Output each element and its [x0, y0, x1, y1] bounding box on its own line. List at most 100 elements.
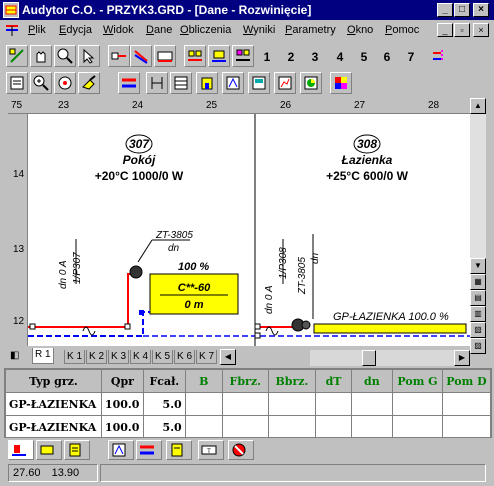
results-icon[interactable]: [274, 72, 296, 94]
fitting-icon[interactable]: [208, 45, 230, 67]
menu-dane[interactable]: Dane: [146, 24, 172, 36]
view-mode-icon[interactable]: ▤: [470, 290, 486, 306]
mdi-minimize-button[interactable]: _: [437, 23, 453, 37]
table-cell[interactable]: 5.0: [142, 392, 186, 416]
view-mode-icon[interactable]: ▨: [470, 338, 486, 354]
sheet-tab[interactable]: K 2: [86, 350, 108, 364]
erase-icon[interactable]: [78, 72, 100, 94]
select-arrow-icon[interactable]: [78, 45, 100, 67]
column-header[interactable]: Typ grz.: [5, 369, 102, 393]
sheet-tab[interactable]: K 7: [196, 350, 218, 364]
view-mode-icon[interactable]: ▥: [470, 306, 486, 322]
menu-edycja[interactable]: Edycja: [59, 24, 92, 36]
table-cell[interactable]: [350, 392, 394, 416]
return-pipe[interactable]: [28, 311, 150, 337]
branch-icon[interactable]: [130, 45, 152, 67]
level-view-icon[interactable]: [222, 72, 244, 94]
menu-okno[interactable]: Okno: [347, 24, 373, 36]
column-header[interactable]: Qpr: [100, 369, 144, 393]
table-icon[interactable]: [170, 72, 192, 94]
scroll-right-icon[interactable]: ▶: [454, 350, 470, 366]
thermostatic-valve-icon[interactable]: [129, 265, 143, 279]
sheet-icon[interactable]: [248, 72, 270, 94]
table-cell[interactable]: 100.0: [100, 415, 144, 437]
table-cell[interactable]: [392, 392, 443, 416]
table-cell[interactable]: [392, 415, 443, 437]
pipe-node[interactable]: [254, 323, 261, 330]
minimize-button[interactable]: _: [437, 3, 453, 17]
menu-widok[interactable]: Widok: [103, 24, 134, 36]
pipe-node[interactable]: [254, 332, 261, 339]
table-cell[interactable]: GP-ŁAZIENKA: [5, 415, 102, 437]
close-button[interactable]: ×: [473, 3, 489, 17]
menu-parametry[interactable]: Parametry: [285, 24, 336, 36]
insulation-icon[interactable]: [146, 72, 168, 94]
table-cell[interactable]: [441, 415, 491, 437]
level-4-button[interactable]: 4: [331, 47, 349, 67]
table-row[interactable]: GP-ŁAZIENKA 100.0 5.0: [5, 392, 491, 416]
scroll-down-icon[interactable]: ▼: [470, 258, 486, 274]
tab-icon-text[interactable]: T: [198, 440, 224, 460]
tab-icon-stop[interactable]: [228, 440, 254, 460]
scroll-thumb[interactable]: [362, 350, 376, 366]
tab-icon-level[interactable]: [108, 440, 134, 460]
sheet-tab[interactable]: K 5: [152, 350, 174, 364]
drawing-canvas[interactable]: 307 Pokój +20°C 1000/0 W 308 Łazienka +2…: [28, 114, 470, 346]
tab-icon-list[interactable]: [64, 440, 90, 460]
floor-heater[interactable]: [313, 323, 467, 334]
scroll-left-icon[interactable]: ◀: [220, 349, 236, 365]
table-cell[interactable]: [221, 415, 269, 437]
table-cell[interactable]: 100.0: [100, 392, 144, 416]
table-cell[interactable]: 5.0: [142, 415, 186, 437]
edit-data-icon[interactable]: [6, 72, 28, 94]
doc-icon[interactable]: [4, 23, 20, 40]
column-header[interactable]: Pom G: [392, 369, 443, 393]
split-icon[interactable]: [426, 45, 448, 67]
table-cell[interactable]: [267, 415, 317, 437]
table-row[interactable]: GP-ŁAZIENKA 100.0 5.0: [5, 415, 491, 437]
mdi-restore-button[interactable]: ▫: [454, 23, 470, 37]
maximize-button[interactable]: □: [454, 3, 470, 17]
tab-icon-pipes[interactable]: [136, 440, 162, 460]
sheet-tab[interactable]: K 6: [174, 350, 196, 364]
building-icon[interactable]: [196, 72, 218, 94]
column-header[interactable]: Pom D: [441, 369, 491, 393]
level-5-button[interactable]: 5: [355, 47, 373, 67]
level-3-button[interactable]: 3: [306, 47, 324, 67]
mdi-close-button[interactable]: ×: [473, 23, 489, 37]
sheet-tab[interactable]: R 1: [32, 348, 54, 364]
connect-icon[interactable]: [108, 45, 130, 67]
column-header[interactable]: Fcał.: [142, 369, 186, 393]
column-header[interactable]: Bbrz.: [267, 369, 317, 393]
table-cell[interactable]: [184, 392, 223, 416]
app-icon[interactable]: [3, 2, 19, 18]
sheet-tab[interactable]: K 4: [130, 350, 152, 364]
level-2-button[interactable]: 2: [282, 47, 300, 67]
level-1-button[interactable]: 1: [258, 47, 276, 67]
return-valve-icon[interactable]: [139, 310, 144, 315]
table-cell[interactable]: [315, 392, 352, 416]
sheet-nav-icon[interactable]: ◧: [10, 350, 19, 361]
view-mode-icon[interactable]: ▦: [470, 274, 486, 290]
table-cell[interactable]: GP-ŁAZIENKA: [5, 392, 102, 416]
menu-plik[interactable]: Plik: [28, 24, 46, 36]
table-cell[interactable]: [267, 392, 317, 416]
vertical-scrollbar[interactable]: ▲ ▼ ▦ ▤ ▥ ▧ ▨: [470, 98, 486, 368]
table-cell[interactable]: [315, 415, 352, 437]
level-6-button[interactable]: 6: [378, 47, 396, 67]
tab-icon-radiator[interactable]: [36, 440, 62, 460]
menu-wyniki[interactable]: Wyniki: [243, 24, 275, 36]
table-cell[interactable]: [221, 392, 269, 416]
pipes-icon[interactable]: [118, 72, 140, 94]
column-header[interactable]: B: [184, 369, 223, 393]
horizontal-scrollbar[interactable]: ▶: [310, 350, 470, 366]
sheet-tab[interactable]: K 1: [64, 350, 86, 364]
chart-icon[interactable]: [300, 72, 322, 94]
view-mode-icon[interactable]: ▧: [470, 322, 486, 338]
valve-icon[interactable]: [301, 320, 311, 330]
radiator-icon[interactable]: [154, 45, 176, 67]
scroll-up-icon[interactable]: ▲: [470, 98, 486, 114]
zoom-in-icon[interactable]: [54, 45, 76, 67]
zoom-out-icon[interactable]: [54, 72, 76, 94]
menu-pomoc[interactable]: Pomoc: [385, 24, 419, 36]
